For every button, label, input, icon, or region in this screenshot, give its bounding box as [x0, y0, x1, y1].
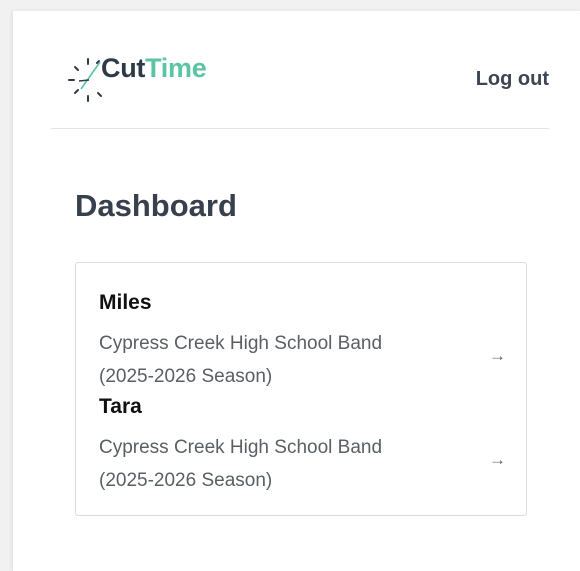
member-detail: Cypress Creek High School Band (2025-202… — [99, 327, 459, 393]
member-detail: Cypress Creek High School Band (2025-202… — [99, 431, 459, 497]
member-item-miles[interactable]: Miles Cypress Creek High School Band (20… — [76, 291, 526, 395]
logo-text-cut: Cut — [101, 53, 146, 83]
member-group: Cypress Creek High School Band — [99, 333, 383, 354]
logo-text: CutTime — [101, 53, 207, 83]
page-title: Dashboard — [75, 188, 237, 223]
cuttime-logo[interactable]: CutTime — [67, 53, 207, 102]
top-header: CutTime Log out — [51, 11, 549, 129]
arrow-right-icon: → — [489, 450, 506, 469]
app-window: CutTime Log out Dashboard Miles Cypress … — [12, 10, 580, 571]
member-item-tara[interactable]: Tara Cypress Creek High School Band (202… — [76, 395, 526, 499]
member-name: Miles — [99, 291, 152, 314]
members-card: Miles Cypress Creek High School Band (20… — [75, 262, 527, 516]
member-group: Cypress Creek High School Band — [99, 437, 383, 458]
arrow-right-icon: → — [489, 346, 506, 365]
member-name: Tara — [99, 395, 142, 418]
logout-button[interactable]: Log out — [476, 68, 549, 91]
logo-text-time: Time — [145, 53, 207, 83]
member-season: (2025-2026 Season) — [99, 470, 273, 491]
member-season: (2025-2026 Season) — [99, 366, 273, 387]
